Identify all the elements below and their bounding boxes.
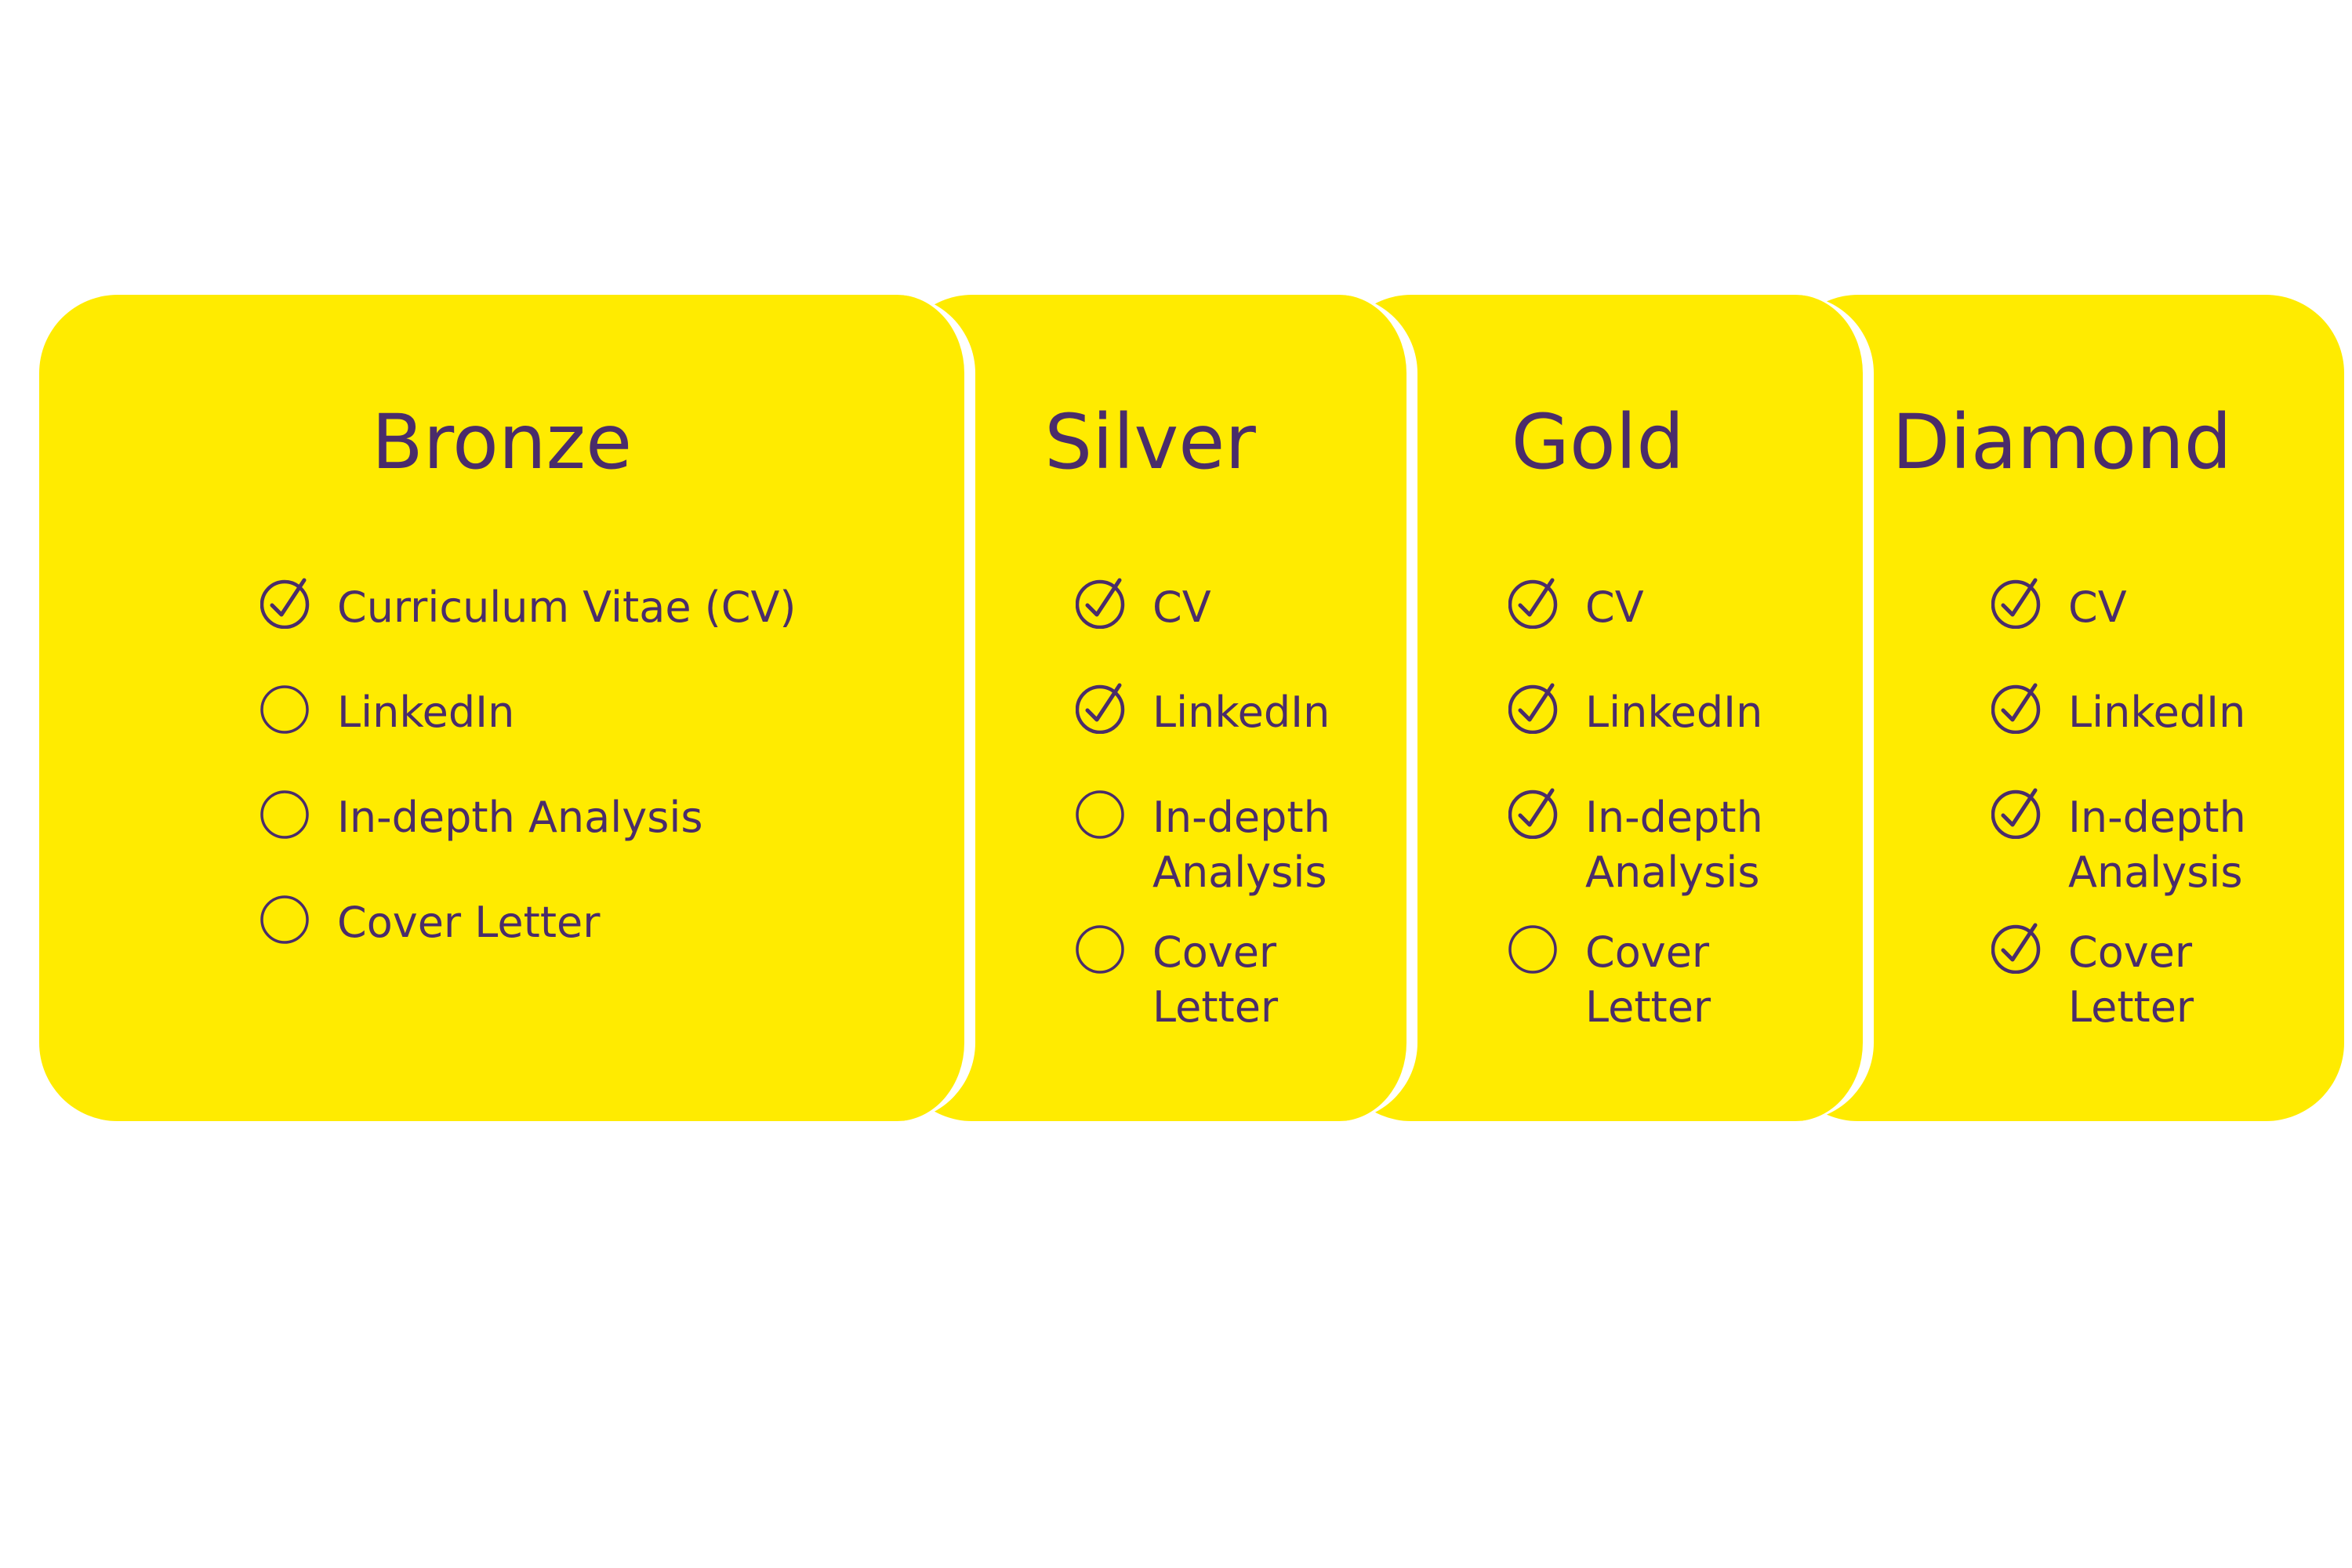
pricing-tiers: Bronze Curriculum Vitae (CV) LinkedIn In… (0, 0, 2352, 1568)
empty-circle-icon (260, 892, 312, 944)
feature-label: LinkedIn (1152, 688, 1330, 737)
check-circle-icon (1991, 922, 2043, 975)
check-circle-icon (1991, 577, 2043, 630)
tier-card-bronze: Bronze Curriculum Vitae (CV) LinkedIn In… (39, 295, 975, 1121)
feature-label: LinkedIn (1585, 688, 1763, 737)
feature-label: Curriculum Vitae (CV) (337, 583, 797, 632)
check-circle-icon (1991, 682, 2043, 735)
check-circle-icon (1075, 577, 1127, 630)
feature-label: LinkedIn (337, 688, 515, 737)
check-circle-icon (1508, 577, 1560, 630)
tier-name: Bronze (371, 398, 633, 486)
feature-label: CV (1152, 583, 1211, 632)
feature-label: Cover Letter (1152, 927, 1279, 1032)
empty-circle-icon (260, 682, 312, 734)
feature-label: In-depth Analysis (2068, 793, 2246, 897)
feature-label: Cover Letter (1585, 927, 1711, 1032)
empty-circle-icon (260, 787, 312, 839)
empty-circle-icon (1076, 922, 1127, 974)
check-circle-icon (1075, 682, 1127, 735)
feature-label: CV (2068, 583, 2127, 632)
check-circle-icon (1508, 787, 1560, 840)
check-circle-icon (1991, 787, 2043, 840)
check-circle-icon (1508, 682, 1560, 735)
feature-label: In-depth Analysis (1152, 793, 1330, 897)
feature-label: LinkedIn (2068, 688, 2246, 737)
empty-circle-icon (1076, 787, 1127, 839)
empty-circle-icon (1508, 922, 1560, 974)
feature-label: CV (1585, 583, 1644, 632)
feature-label: In-depth Analysis (337, 793, 703, 842)
check-circle-icon (260, 577, 312, 630)
feature-label: Cover Letter (337, 898, 601, 947)
feature-label: In-depth Analysis (1585, 793, 1763, 897)
feature-label: Cover Letter (2068, 927, 2194, 1032)
